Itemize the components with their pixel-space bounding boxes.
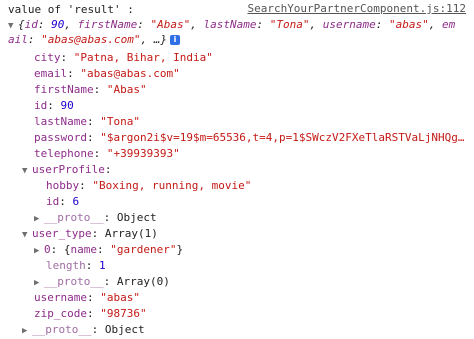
proto-row[interactable]: ▶ __proto__: Object	[34, 210, 157, 225]
object-preview-continued: ail: "abas@abas.com", …} i	[8, 32, 180, 47]
collapse-triangle-icon[interactable]: ▼	[22, 228, 32, 243]
info-icon[interactable]: i	[169, 35, 180, 45]
prop-row: city: "Patna, Bihar, India"	[34, 51, 213, 64]
prop-row: hobby: "Boxing, running, movie"	[46, 179, 252, 192]
prop-row: zip_code: "98736"	[34, 307, 147, 320]
prop-row: password: "$argon2i$v=19$m=65536,t=4,p=1…	[34, 131, 464, 144]
prop-row: username: "abas"	[34, 291, 140, 304]
proto-row[interactable]: ▶ __proto__: Array(0)	[34, 274, 170, 289]
object-preview[interactable]: ▼ {id: 90, firstName: "Abas", lastName: "…	[8, 17, 455, 32]
prop-row: length: 1	[46, 259, 106, 272]
prop-row: email: "abas@abas.com"	[34, 67, 180, 80]
source-link[interactable]: SearchYourPartnerComponent.js:112	[247, 2, 466, 15]
expand-triangle-icon[interactable]: ▶	[34, 212, 44, 227]
prop-row: lastName: "Tona"	[34, 115, 140, 128]
prop-row: id: 6	[46, 195, 80, 208]
log-label: value of 'result' :	[8, 2, 134, 17]
proto-row[interactable]: ▶ __proto__: Object	[22, 322, 145, 337]
collapse-triangle-icon[interactable]: ▼	[22, 164, 32, 179]
expand-triangle-icon[interactable]: ▶	[34, 276, 44, 291]
expand-triangle-icon[interactable]: ▶	[22, 324, 32, 339]
array-item-row[interactable]: ▶ 0: {name: "gardener"}	[34, 242, 183, 257]
expand-triangle-icon[interactable]: ▶	[34, 244, 44, 259]
prop-row: telephone: "+39939393"	[34, 147, 180, 160]
prop-row: firstName: "Abas"	[34, 83, 147, 96]
log-label-text: value of 'result' :	[8, 3, 134, 16]
user-type-row[interactable]: ▼ user_type: Array(1)	[22, 226, 158, 241]
console-output: value of 'result' : SearchYourPartnerCom…	[0, 0, 474, 339]
userprofile-row[interactable]: ▼ userProfile:	[22, 162, 111, 177]
prop-row: id: 90	[34, 99, 74, 112]
